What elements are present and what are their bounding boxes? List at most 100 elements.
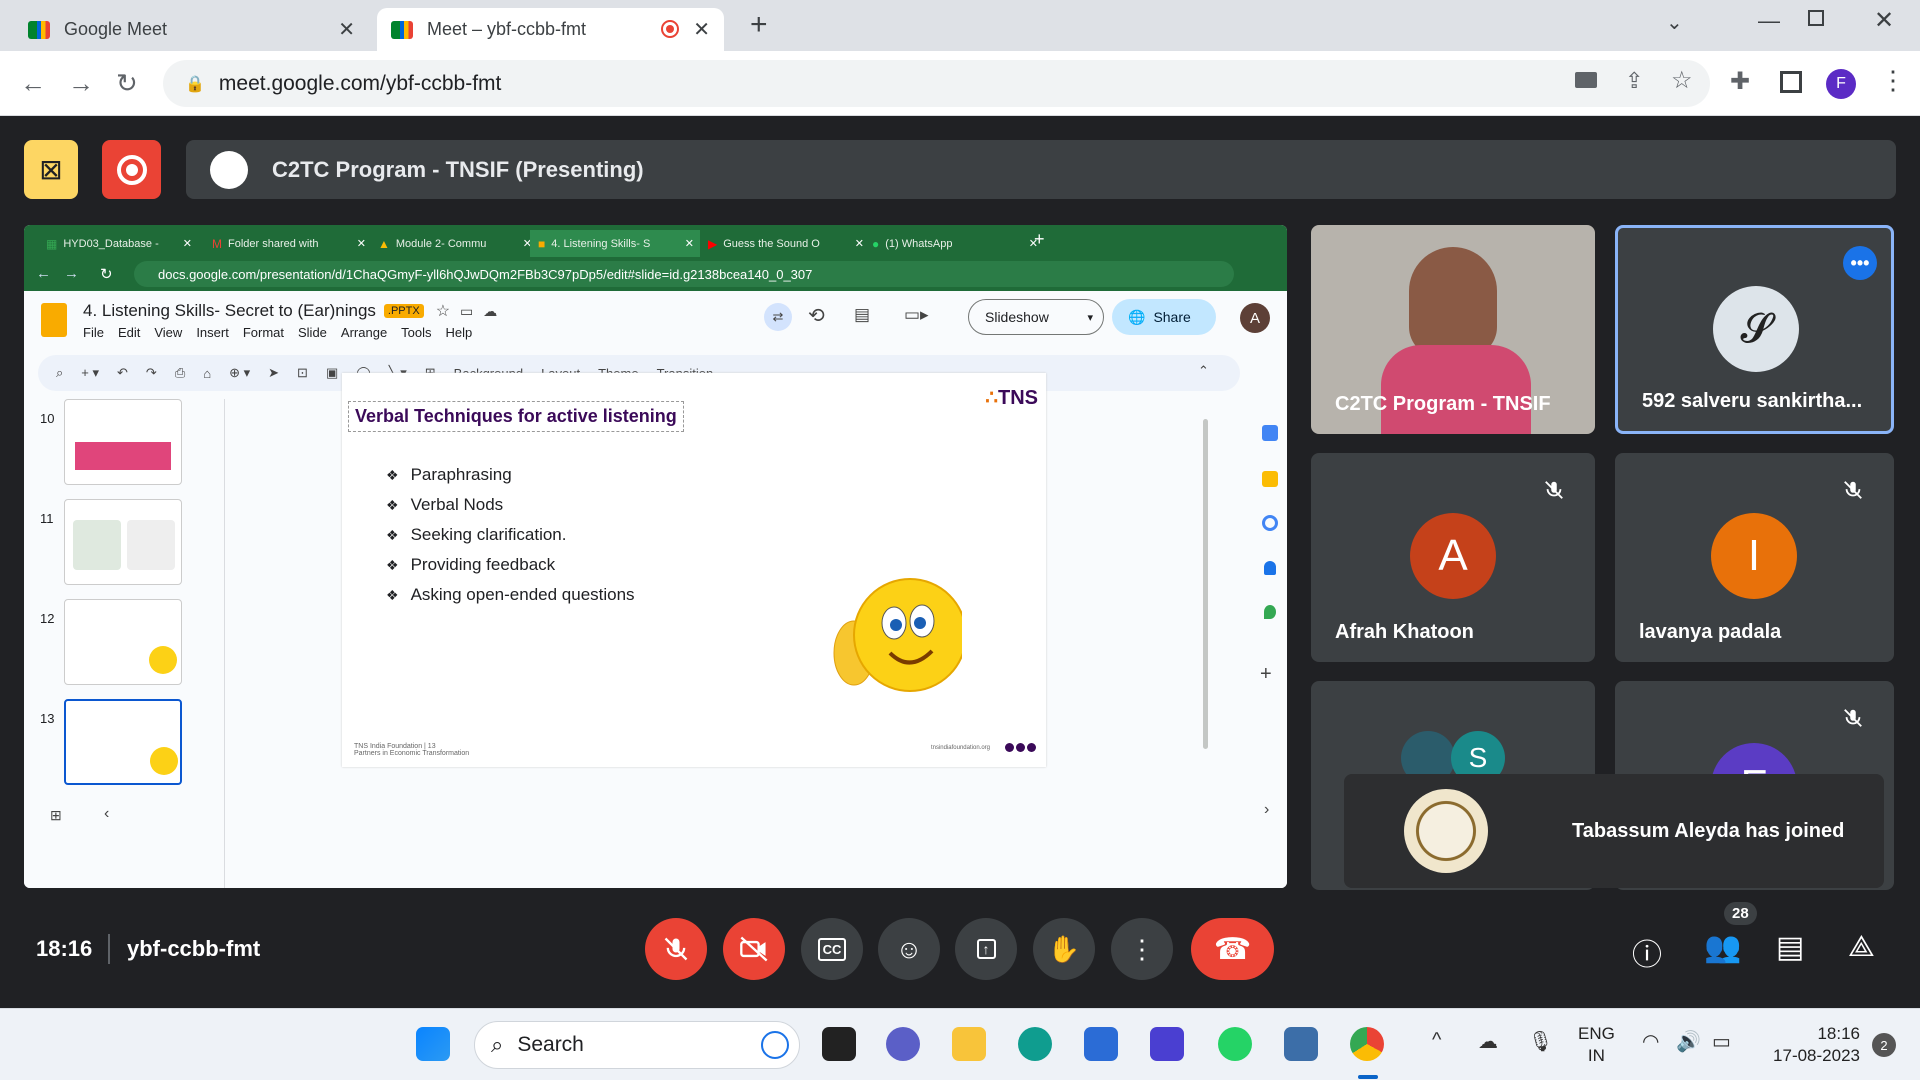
back-icon[interactable]: ← — [20, 68, 46, 99]
share-button[interactable]: 🌐 Share — [1112, 299, 1216, 335]
undo-icon[interactable]: ↶ — [117, 365, 128, 381]
close-tab-icon[interactable]: ✕ — [693, 17, 710, 42]
whatsapp-icon[interactable] — [1218, 1027, 1252, 1061]
calendar-icon[interactable] — [1262, 425, 1278, 441]
browser-tab-meet-active[interactable]: Meet – ybf-ccbb-fmt ✕ — [377, 8, 724, 51]
app-icon[interactable] — [1150, 1027, 1184, 1061]
menu-tools[interactable]: Tools — [401, 325, 431, 340]
camera-button[interactable] — [723, 918, 785, 980]
address-bar[interactable]: 🔒 meet.google.com/ybf-ccbb-fmt ⇪ ☆ — [163, 60, 1710, 107]
expand-panel-icon[interactable]: › — [1264, 801, 1269, 819]
participant-tile[interactable]: A Afrah Khatoon — [1311, 453, 1595, 662]
slide-thumbnail[interactable] — [64, 399, 182, 485]
restore-icon[interactable] — [1808, 10, 1824, 26]
windows-start-icon[interactable] — [416, 1027, 450, 1061]
recording-button[interactable] — [102, 140, 161, 199]
meet-call-icon[interactable]: ▭▸ — [904, 305, 929, 325]
tasks-icon[interactable] — [1262, 515, 1278, 531]
activities-icon[interactable]: ⟁ — [1848, 930, 1875, 964]
profile-avatar[interactable]: F — [1826, 69, 1856, 99]
onedrive-icon[interactable]: ☁ — [1478, 1029, 1498, 1054]
menu-edit[interactable]: Edit — [118, 325, 140, 340]
doc-title[interactable]: 4. Listening Skills- Secret to (Ear)ning… — [83, 301, 497, 321]
chrome-icon[interactable] — [1350, 1027, 1384, 1061]
menu-help[interactable]: Help — [446, 325, 473, 340]
tab-search-chevron-icon[interactable]: ⌄ — [1666, 10, 1683, 35]
comments-icon[interactable]: ▤ — [854, 305, 870, 325]
battery-icon[interactable]: ▭ — [1712, 1029, 1731, 1054]
participant-tile-active[interactable]: 𝓢 ••• 592 salveru sankirtha... — [1615, 225, 1894, 434]
menu-insert[interactable]: Insert — [196, 325, 229, 340]
people-icon[interactable]: 👥 — [1704, 930, 1741, 965]
collapse-panel-icon[interactable]: ‹ — [104, 805, 109, 823]
edge-icon[interactable] — [1018, 1027, 1052, 1061]
taskbar-search[interactable]: ⌕ Search — [474, 1021, 800, 1069]
volume-icon[interactable]: 🔊 — [1676, 1029, 1701, 1054]
browser-tab-google-meet[interactable]: Google Meet ✕ — [14, 8, 369, 51]
wifi-icon[interactable]: ◠ — [1642, 1029, 1659, 1054]
participant-tile[interactable]: I lavanya padala — [1615, 453, 1894, 662]
reactions-button[interactable]: ☺ — [878, 918, 940, 980]
browser-menu-icon[interactable]: ⋮ — [1880, 65, 1906, 96]
menu-arrange[interactable]: Arrange — [341, 325, 387, 340]
tray-chevron-icon[interactable]: ^ — [1432, 1029, 1441, 1052]
reload-icon[interactable]: ↻ — [116, 68, 138, 99]
meeting-info-icon[interactable]: ⓘ — [1632, 930, 1662, 974]
teams-chat-icon[interactable] — [886, 1027, 920, 1061]
current-slide[interactable]: Verbal Techniques for active listening ∴… — [342, 373, 1046, 767]
share-icon[interactable]: ⇪ — [1625, 68, 1643, 94]
vertical-scrollbar[interactable] — [1203, 419, 1208, 749]
stop-sharing-button[interactable]: ⊠ — [24, 140, 78, 199]
select-icon[interactable]: ➤ — [268, 365, 279, 381]
more-options-button[interactable]: ⋮ — [1111, 918, 1173, 980]
version-history-icon[interactable]: ⟲ — [808, 303, 825, 328]
user-avatar[interactable]: A — [1240, 303, 1270, 333]
system-clock[interactable]: 18:16 17-08-2023 — [1754, 1023, 1860, 1067]
extensions-icon[interactable]: ✚ — [1730, 67, 1750, 96]
present-mode-icon[interactable]: ⇄ — [764, 303, 792, 331]
notification-count-badge[interactable]: 2 — [1872, 1033, 1896, 1057]
collapse-toolbar-icon[interactable]: ⌃ — [1198, 363, 1209, 379]
camera-icon[interactable] — [1575, 72, 1597, 88]
slide-thumbnail[interactable] — [64, 599, 182, 685]
leave-call-button[interactable]: ☎ — [1191, 918, 1274, 980]
slide-thumbnail-selected[interactable] — [64, 699, 182, 785]
menu-slide[interactable]: Slide — [298, 325, 327, 340]
menu-format[interactable]: Format — [243, 325, 284, 340]
minimize-icon[interactable]: — — [1758, 8, 1780, 34]
task-view-icon[interactable] — [822, 1027, 856, 1061]
menu-view[interactable]: View — [154, 325, 182, 340]
slide-bullets[interactable]: Paraphrasing Verbal Nods Seeking clarifi… — [386, 465, 635, 615]
participant-tile-presenter[interactable]: C2TC Program - TNSIF — [1311, 225, 1595, 434]
print-icon[interactable]: ⎙ — [175, 365, 185, 381]
captions-button[interactable]: CC — [801, 918, 863, 980]
close-window-icon[interactable]: ✕ — [1874, 6, 1894, 35]
text-box-icon[interactable]: ⊡ — [297, 365, 308, 381]
search-icon[interactable]: ⌕ — [56, 365, 63, 381]
keep-icon[interactable] — [1262, 471, 1278, 487]
new-tab-icon[interactable]: + — [750, 8, 768, 42]
contacts-icon[interactable] — [1264, 561, 1276, 575]
new-slide-icon[interactable]: + ▾ — [81, 365, 99, 381]
slideshow-button[interactable]: Slideshow ▾ — [968, 299, 1104, 335]
present-button[interactable]: ↑ — [955, 918, 1017, 980]
store-icon[interactable] — [1084, 1027, 1118, 1061]
side-panel-icon[interactable] — [1780, 71, 1802, 93]
shared-screen[interactable]: ▦ HYD03_Database - ✕ M Folder shared with ✕ … — [24, 225, 1287, 888]
raise-hand-button[interactable]: ✋ — [1033, 918, 1095, 980]
bookmark-star-icon[interactable]: ☆ — [1671, 66, 1693, 95]
language-indicator[interactable]: ENG IN — [1578, 1023, 1615, 1067]
more-options-icon[interactable]: ••• — [1843, 246, 1877, 280]
file-explorer-icon[interactable] — [952, 1027, 986, 1061]
menu-file[interactable]: File — [83, 325, 104, 340]
image-icon[interactable]: ▣ — [326, 365, 338, 381]
chat-icon[interactable]: ▤ — [1776, 930, 1804, 965]
microphone-tray-icon[interactable]: 🎙 — [1528, 1029, 1553, 1054]
grid-view-icon[interactable]: ⊞ — [50, 807, 62, 824]
close-tab-icon[interactable]: ✕ — [338, 17, 355, 42]
forward-icon[interactable]: → — [68, 68, 94, 99]
microphone-button[interactable] — [645, 918, 707, 980]
maps-icon[interactable] — [1264, 605, 1276, 619]
python-icon[interactable] — [1284, 1027, 1318, 1061]
paint-format-icon[interactable]: ⌂ — [203, 366, 211, 381]
